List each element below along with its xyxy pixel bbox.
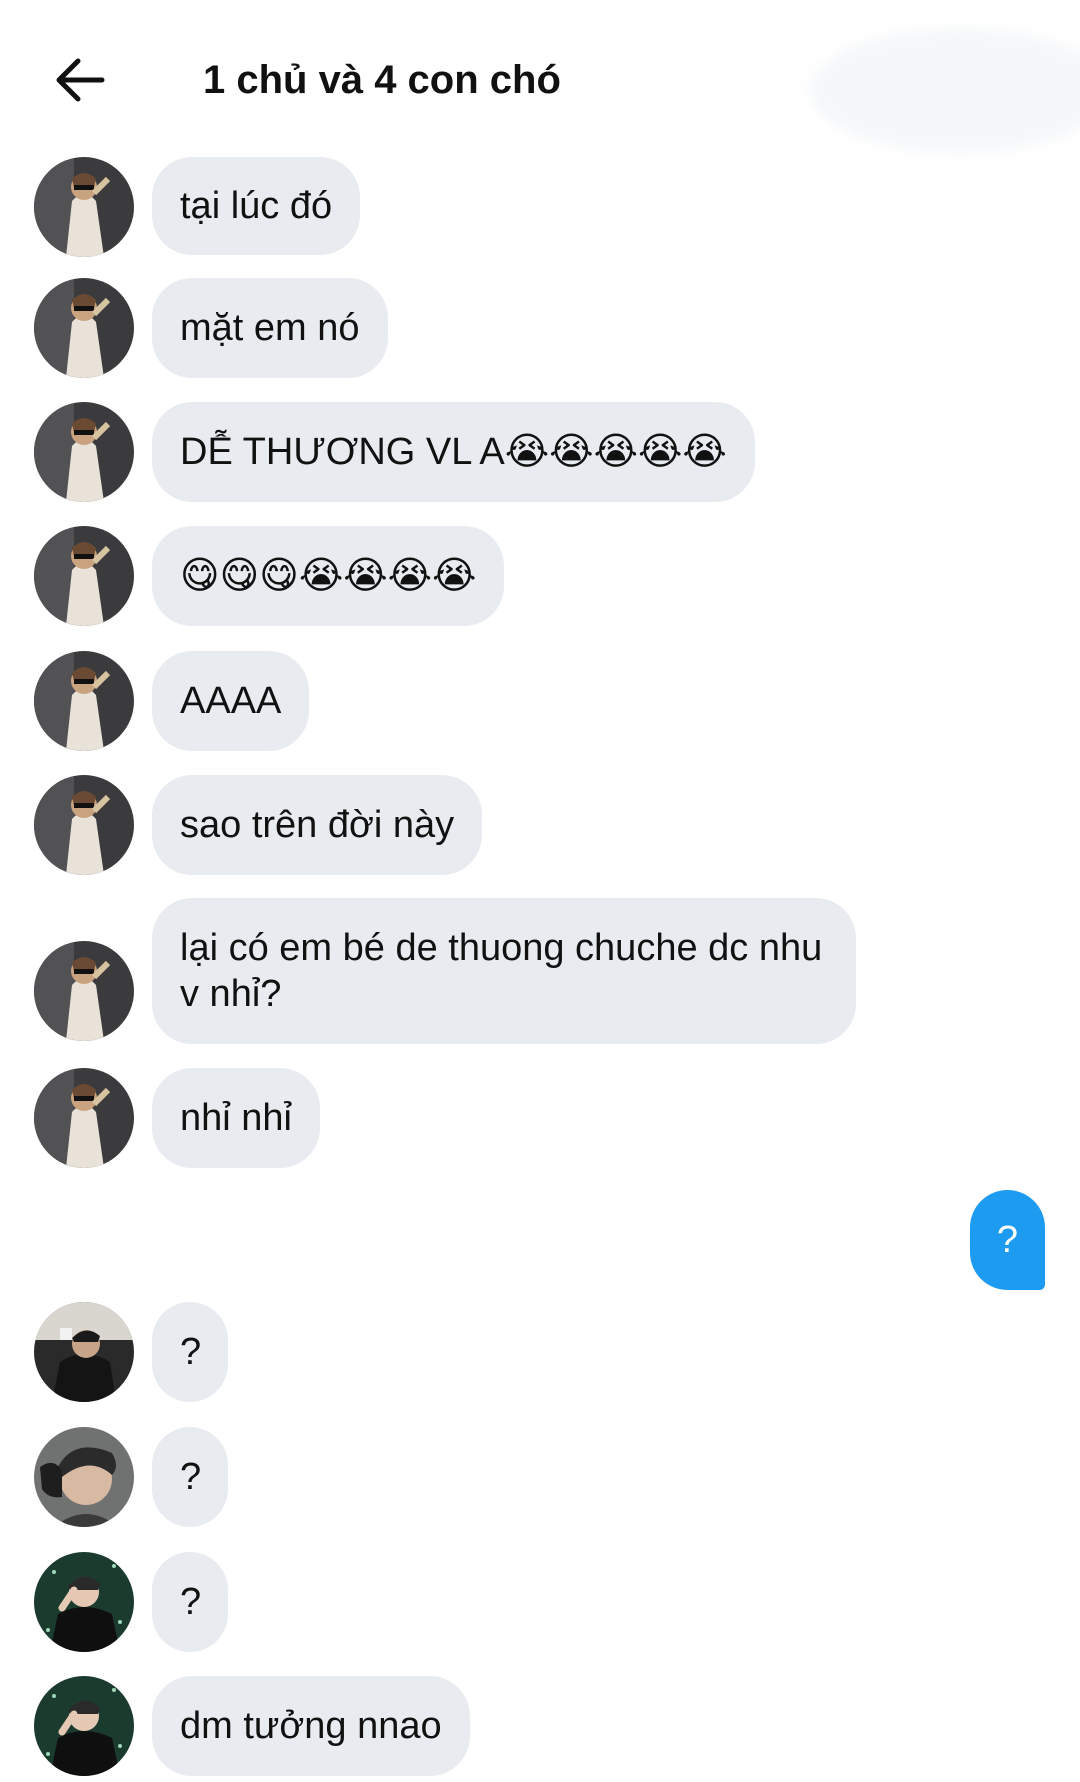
message-row: mặt em nó <box>0 278 1080 378</box>
message-row: DỄ THƯƠNG VL A😭😭😭😭😭 <box>0 402 1080 502</box>
message-row: dm tưởng nnao <box>0 1676 1080 1776</box>
message-bubble[interactable]: ? <box>152 1552 228 1652</box>
avatar-user1[interactable] <box>34 278 134 378</box>
message-list[interactable]: tại lúc đó mặt em nó DỄ THƯƠNG VL A😭😭😭😭😭… <box>0 0 1080 1782</box>
avatar-user4[interactable] <box>34 1676 134 1776</box>
avatar-user3[interactable] <box>34 1427 134 1527</box>
message-row: AAAA <box>0 651 1080 751</box>
message-row: nhỉ nhỉ <box>0 1068 1080 1168</box>
message-bubble[interactable]: ? <box>152 1302 228 1402</box>
message-bubble[interactable]: ? <box>152 1427 228 1527</box>
message-bubble[interactable]: DỄ THƯƠNG VL A😭😭😭😭😭 <box>152 402 755 502</box>
message-bubble[interactable]: nhỉ nhỉ <box>152 1068 320 1168</box>
avatar-user1[interactable] <box>34 402 134 502</box>
avatar-user1[interactable] <box>34 157 134 257</box>
avatar-user1[interactable] <box>34 775 134 875</box>
message-bubble[interactable]: dm tưởng nnao <box>152 1676 470 1776</box>
message-row: ? <box>0 1552 1080 1652</box>
message-bubble[interactable]: tại lúc đó <box>152 157 361 255</box>
sent-message-bubble[interactable]: ? <box>970 1190 1045 1290</box>
message-row: lại có em bé de thuong chuche dc nhu v n… <box>0 898 1080 1044</box>
avatar-user4[interactable] <box>34 1552 134 1652</box>
avatar-user2[interactable] <box>34 1302 134 1402</box>
avatar-user1[interactable] <box>34 651 134 751</box>
message-row: ? <box>0 1302 1080 1402</box>
message-bubble[interactable]: sao trên đời này <box>152 775 483 875</box>
message-bubble[interactable]: 😋😋😋😭😭😭😭 <box>152 526 505 626</box>
message-row: tại lúc đó <box>0 157 1080 257</box>
message-bubble[interactable]: lại có em bé de thuong chuche dc nhu v n… <box>152 898 856 1044</box>
avatar-user1[interactable] <box>34 526 134 626</box>
message-row: sao trên đời này <box>0 775 1080 875</box>
message-row: 😋😋😋😭😭😭😭 <box>0 526 1080 626</box>
message-bubble[interactable]: mặt em nó <box>152 278 388 378</box>
message-bubble[interactable]: AAAA <box>152 651 310 751</box>
message-row: ? <box>0 1427 1080 1527</box>
avatar-user1[interactable] <box>34 1068 134 1168</box>
avatar-user1[interactable] <box>34 941 134 1041</box>
message-row-sent: ? <box>0 1190 1080 1290</box>
